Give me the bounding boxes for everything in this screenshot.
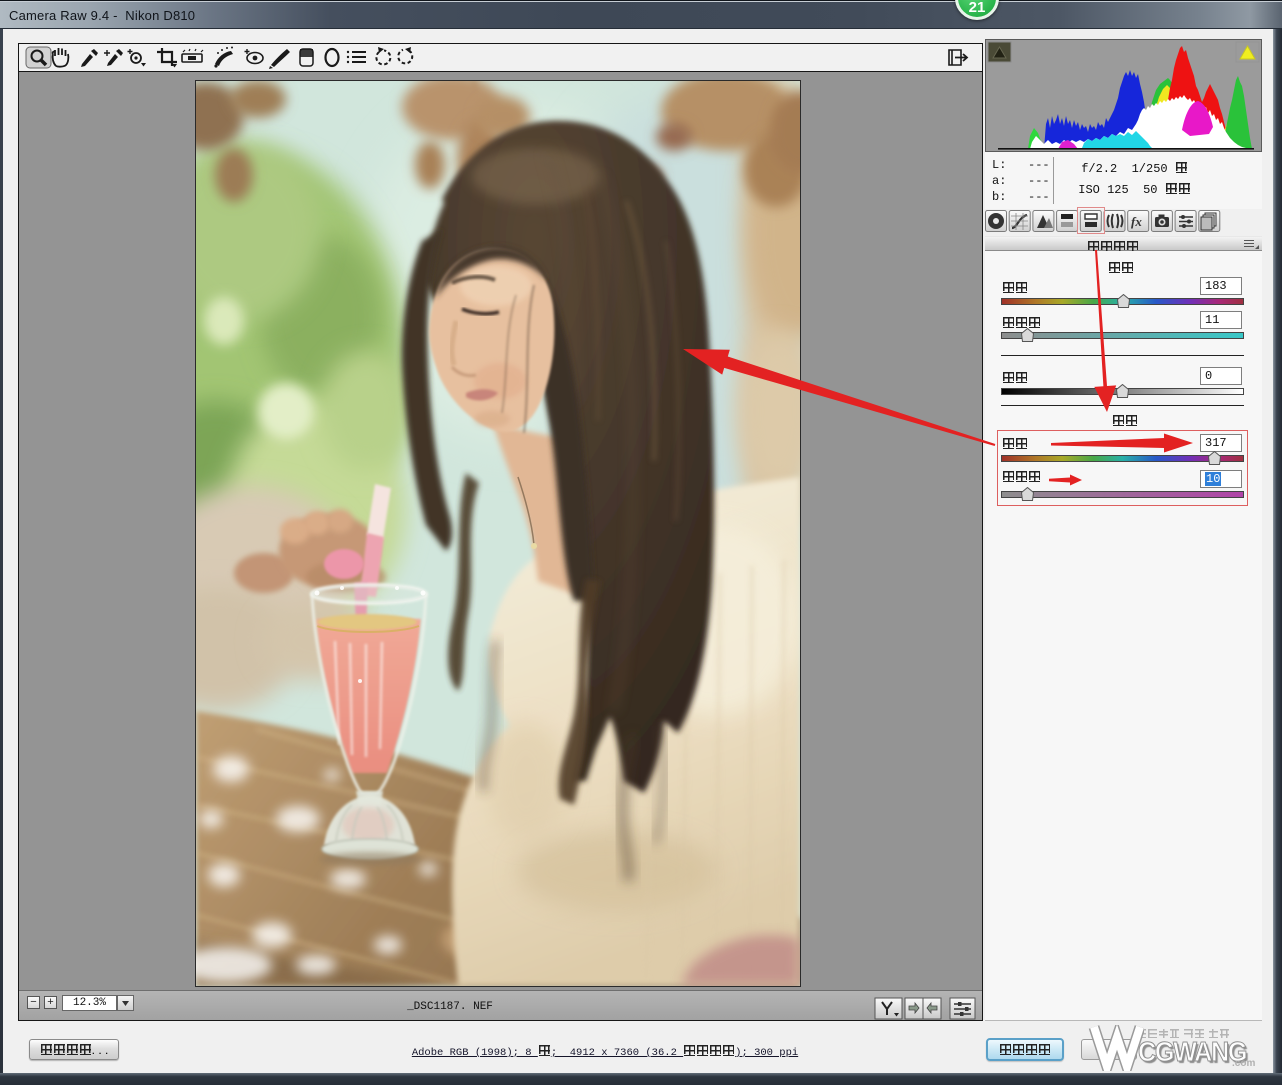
- svg-text:fx: fx: [1131, 214, 1142, 229]
